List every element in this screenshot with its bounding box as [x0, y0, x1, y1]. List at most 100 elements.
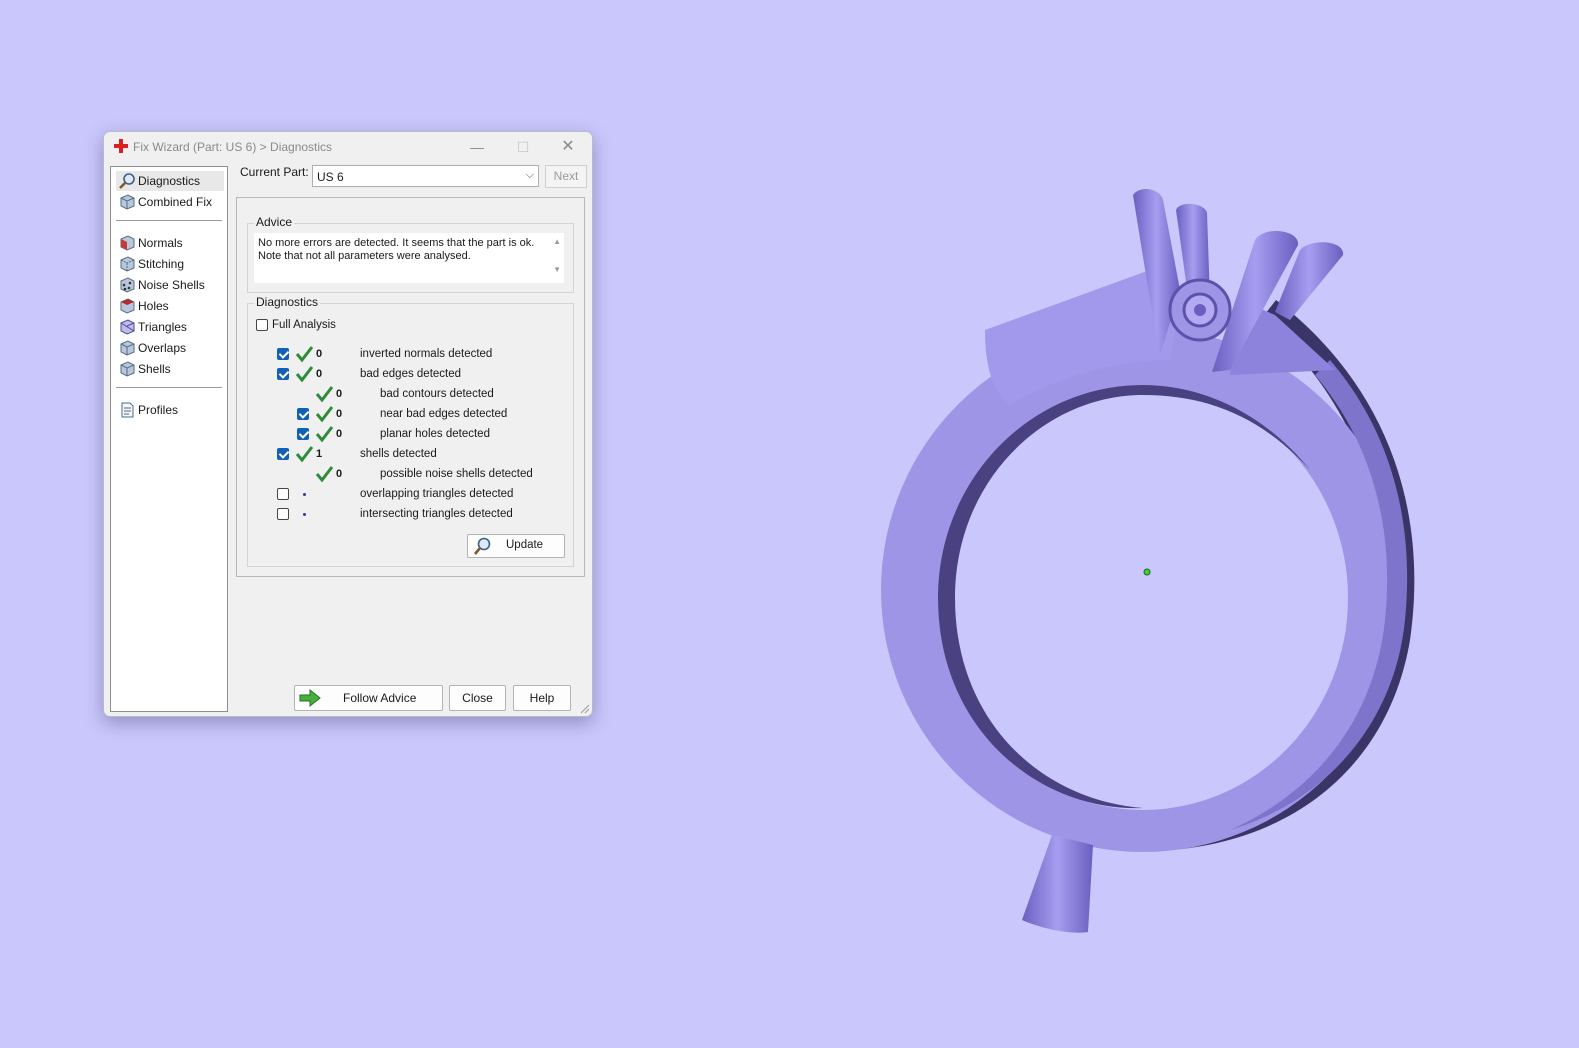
row-label: bad edges detected — [360, 368, 462, 380]
nav-label: Diagnostics — [138, 174, 201, 188]
row-label: shells detected — [360, 448, 437, 460]
diagnostics-title: Diagnostics — [254, 295, 321, 309]
nav-item-combined-fix[interactable]: Combined Fix — [116, 192, 224, 212]
nav-label: Overlaps — [138, 341, 187, 355]
next-button[interactable]: Next — [545, 165, 587, 188]
normals-cube-icon — [120, 235, 135, 251]
full-analysis-checkbox[interactable] — [256, 319, 268, 331]
row-checkbox[interactable] — [277, 348, 289, 360]
resize-grip-icon[interactable] — [580, 704, 590, 714]
advice-title: Advice — [254, 215, 295, 229]
row-label: inverted normals detected — [360, 348, 493, 360]
row-label: near bad edges detected — [380, 408, 508, 420]
window-title: Fix Wizard (Part: US 6) > Diagnostics — [133, 140, 333, 154]
minimize-icon[interactable]: — — [459, 135, 495, 159]
row-label: bad contours detected — [380, 388, 494, 400]
check-mark-icon — [295, 346, 313, 363]
check-mark-icon — [295, 366, 313, 383]
row-label: overlapping triangles detected — [360, 488, 514, 500]
help-button[interactable]: Help — [513, 685, 571, 711]
row-count: 0 — [336, 468, 343, 480]
not-analysed-dot-icon — [303, 493, 306, 496]
nav-label: Profiles — [138, 403, 179, 417]
fix-wizard-dialog: Fix Wizard (Part: US 6) > Diagnostics — … — [103, 131, 593, 717]
check-mark-icon — [315, 386, 333, 403]
stitching-cube-icon — [120, 256, 135, 272]
document-icon — [121, 402, 134, 418]
holes-cube-icon — [120, 298, 135, 314]
update-button[interactable]: Update — [467, 534, 565, 558]
row-checkbox[interactable] — [277, 508, 289, 520]
row-checkbox[interactable] — [277, 368, 289, 380]
row-checkbox[interactable] — [297, 428, 309, 440]
diagnostic-row: 0 possible noise shells detected — [248, 465, 568, 483]
scroll-up-icon[interactable]: ▲ — [553, 237, 561, 246]
nav-item-noise-shells[interactable]: Noise Shells — [116, 275, 224, 295]
current-part-select[interactable]: US 6 ⌵ — [312, 165, 539, 187]
nav-label: Shells — [138, 362, 171, 376]
check-mark-icon — [315, 406, 333, 423]
row-count: 1 — [316, 448, 323, 460]
advice-group: Advice No more errors are detected. It s… — [247, 215, 574, 293]
row-count: 0 — [316, 348, 323, 360]
diagnostic-row: 1 shells detected — [248, 445, 568, 463]
nav-item-profiles[interactable]: Profiles — [116, 400, 224, 420]
wizard-nav: Diagnostics Combined Fix Normals Stitchi… — [110, 166, 228, 712]
red-cross-icon — [114, 139, 128, 153]
nav-label: Combined Fix — [138, 195, 213, 209]
diagnostic-row: 0 planar holes detected — [248, 425, 568, 443]
current-part-value: US 6 — [317, 170, 344, 184]
advice-text: No more errors are detected. It seems th… — [258, 237, 535, 262]
cube-icon — [120, 194, 135, 210]
row-label: intersecting triangles detected — [360, 508, 513, 520]
nav-item-normals[interactable]: Normals — [116, 233, 224, 253]
row-count: 0 — [316, 368, 323, 380]
nav-item-diagnostics[interactable]: Diagnostics — [116, 171, 224, 191]
follow-advice-button[interactable]: Follow Advice — [294, 685, 443, 711]
update-label: Update — [506, 539, 544, 551]
nav-divider — [116, 220, 222, 221]
row-checkbox[interactable] — [297, 408, 309, 420]
nav-item-shells[interactable]: Shells — [116, 359, 224, 379]
diagnostic-row: 0 near bad edges detected — [248, 405, 568, 423]
maximize-icon[interactable]: ☐ — [505, 135, 541, 159]
current-part-label: Current Part: — [240, 165, 309, 179]
row-count: 0 — [336, 428, 343, 440]
row-checkbox[interactable] — [277, 488, 289, 500]
diagnostics-panel: Advice No more errors are detected. It s… — [236, 197, 585, 577]
nav-label: Stitching — [138, 257, 185, 271]
green-arrow-icon — [299, 688, 321, 708]
nav-item-stitching[interactable]: Stitching — [116, 254, 224, 274]
row-count: 0 — [336, 388, 343, 400]
magnifier-icon — [474, 537, 491, 555]
nav-item-triangles[interactable]: Triangles — [116, 317, 224, 337]
row-count: 0 — [336, 408, 343, 420]
close-icon[interactable]: ✕ — [550, 135, 586, 159]
diagnostic-row: 0 bad contours detected — [248, 385, 568, 403]
check-mark-icon — [315, 426, 333, 443]
diagnostics-group: Diagnostics Full Analysis 0 inverted nor… — [247, 295, 574, 567]
triangles-cube-icon — [120, 319, 135, 335]
advice-textbox[interactable]: No more errors are detected. It seems th… — [254, 233, 564, 283]
scroll-down-icon[interactable]: ▼ — [553, 265, 561, 274]
chevron-down-icon: ⌵ — [525, 169, 534, 181]
diagnostic-row: 0 bad edges detected — [248, 365, 568, 383]
row-label: planar holes detected — [380, 428, 490, 440]
diagnostic-row: overlapping triangles detected — [248, 485, 568, 503]
follow-advice-label: Follow Advice — [343, 691, 417, 705]
not-analysed-dot-icon — [303, 513, 306, 516]
check-mark-icon — [315, 466, 333, 483]
check-mark-icon — [295, 446, 313, 463]
overlaps-cube-icon — [120, 340, 135, 356]
nav-divider — [116, 387, 222, 388]
nav-item-overlaps[interactable]: Overlaps — [116, 338, 224, 358]
full-analysis-row[interactable]: Full Analysis — [256, 316, 456, 334]
full-analysis-label: Full Analysis — [272, 319, 336, 331]
diagnostic-row: 0 inverted normals detected — [248, 345, 568, 363]
nav-item-holes[interactable]: Holes — [116, 296, 224, 316]
shells-cube-icon — [120, 361, 135, 377]
title-bar[interactable]: Fix Wizard (Part: US 6) > Diagnostics — … — [104, 132, 592, 162]
close-button[interactable]: Close — [449, 685, 506, 711]
magnifier-icon — [119, 173, 135, 189]
row-checkbox[interactable] — [277, 448, 289, 460]
